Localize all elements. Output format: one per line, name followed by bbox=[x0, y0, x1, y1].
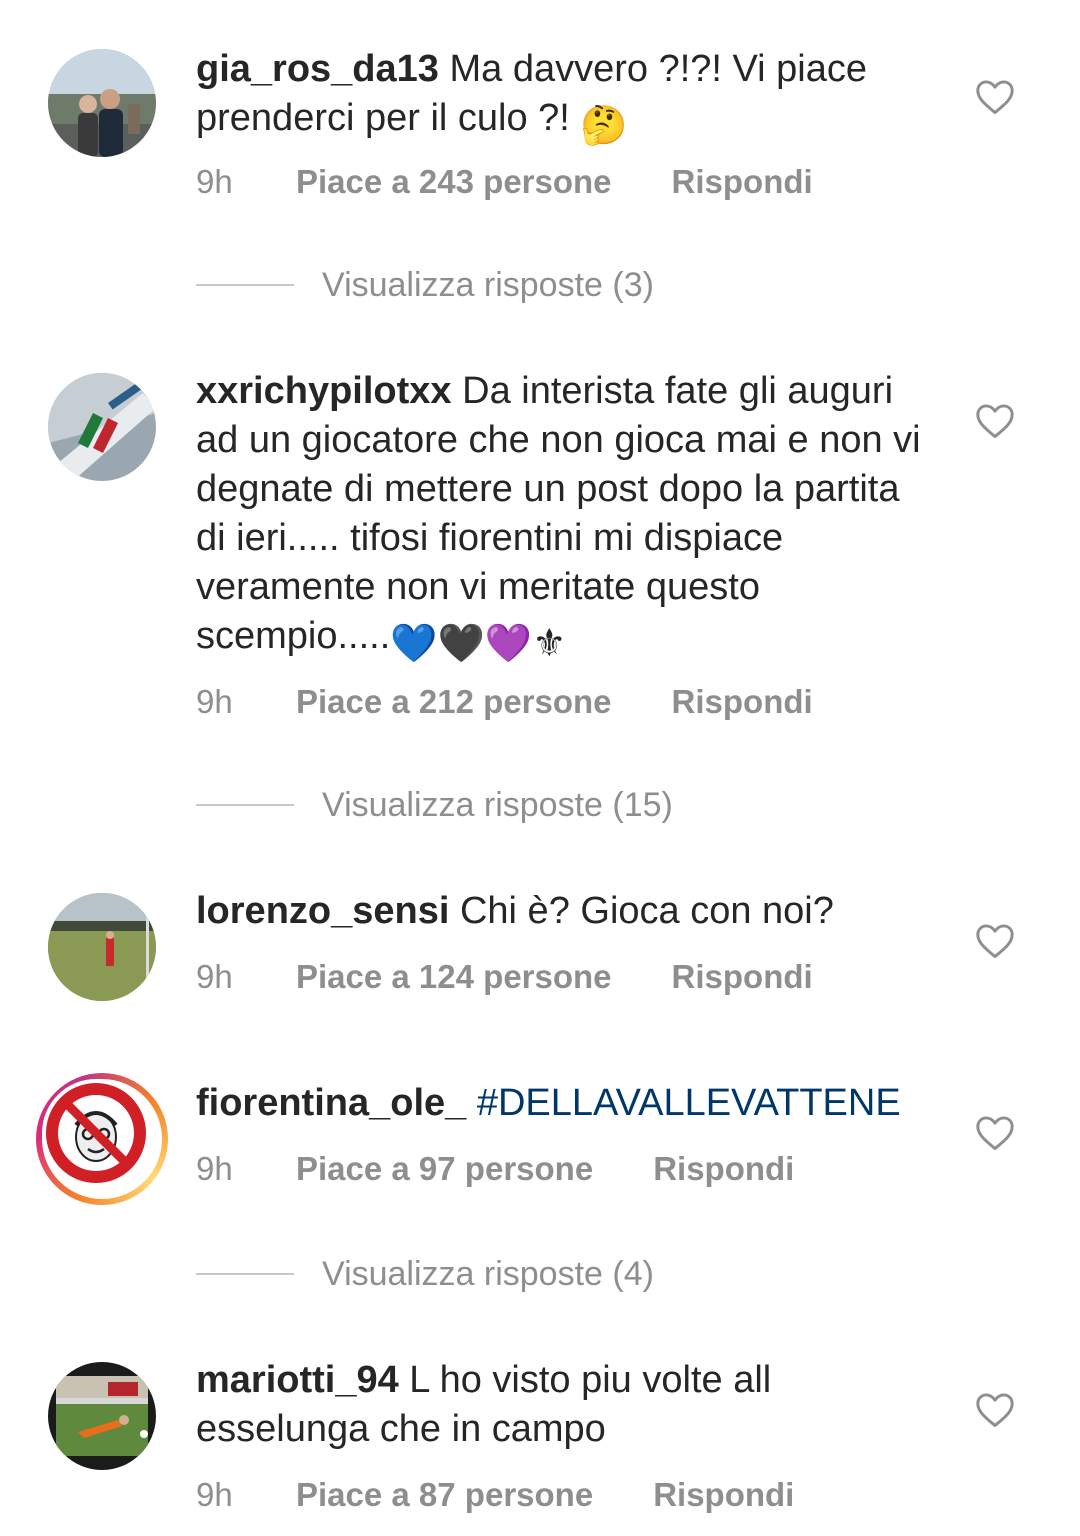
view-replies-button[interactable]: Visualizza risposte (4) bbox=[196, 1254, 654, 1294]
comment-time: 9h bbox=[196, 1476, 233, 1513]
comment-text: fiorentina_ole_ #DELLAVALLEVATTENE bbox=[196, 1079, 936, 1128]
like-count[interactable]: Piace a 243 persone bbox=[296, 162, 612, 202]
comment-body: Da interista fate gli auguri ad un gioca… bbox=[196, 370, 921, 657]
like-count[interactable]: Piace a 212 persone bbox=[296, 682, 612, 722]
replies-divider bbox=[196, 1273, 294, 1275]
heart-outline-icon[interactable] bbox=[975, 79, 1015, 115]
reply-button[interactable]: Rispondi bbox=[653, 1475, 794, 1515]
avatar bbox=[42, 1079, 150, 1187]
thinking-face-emoji: 🤔 bbox=[580, 105, 628, 147]
reply-button[interactable]: Rispondi bbox=[672, 957, 813, 997]
hashtag-link[interactable]: #DELLAVALLEVATTENE bbox=[477, 1082, 901, 1124]
view-replies-button[interactable]: Visualizza risposte (15) bbox=[196, 785, 673, 825]
view-replies-label: Visualizza risposte (15) bbox=[322, 786, 673, 824]
avatar[interactable] bbox=[48, 373, 156, 481]
like-count[interactable]: Piace a 97 persone bbox=[296, 1149, 593, 1189]
avatar[interactable] bbox=[48, 1362, 156, 1470]
replies-divider bbox=[196, 804, 294, 806]
comment-username[interactable]: mariotti_94 bbox=[196, 1359, 399, 1401]
heart-outline-icon[interactable] bbox=[975, 923, 1015, 959]
view-replies-label: Visualizza risposte (4) bbox=[322, 1255, 654, 1293]
comment-meta: 9h Piace a 243 persone Rispondi bbox=[196, 162, 813, 202]
like-count[interactable]: Piace a 124 persone bbox=[296, 957, 612, 997]
comment-username[interactable]: lorenzo_sensi bbox=[196, 890, 449, 932]
reply-button[interactable]: Rispondi bbox=[672, 162, 813, 202]
heart-outline-icon[interactable] bbox=[975, 1115, 1015, 1151]
comment-body: Chi è? Gioca con noi? bbox=[449, 890, 834, 932]
avatar[interactable] bbox=[48, 49, 156, 157]
hearts-fleur-de-lis-emoji: 💙🖤💜⚜ bbox=[390, 623, 567, 665]
comment-meta: 9h Piace a 124 persone Rispondi bbox=[196, 957, 813, 997]
story-ring[interactable] bbox=[36, 1073, 168, 1205]
comment-username[interactable]: gia_ros_da13 bbox=[196, 48, 439, 90]
like-count[interactable]: Piace a 87 persone bbox=[296, 1475, 593, 1515]
reply-button[interactable]: Rispondi bbox=[653, 1149, 794, 1189]
replies-divider bbox=[196, 284, 294, 286]
comment-time: 9h bbox=[196, 683, 233, 720]
heart-outline-icon[interactable] bbox=[975, 403, 1015, 439]
comment-meta: 9h Piace a 87 persone Rispondi bbox=[196, 1475, 794, 1515]
comment-text: mariotti_94 L ho visto piu volte all ess… bbox=[196, 1356, 936, 1454]
comment-text: lorenzo_sensi Chi è? Gioca con noi? bbox=[196, 887, 936, 936]
reply-button[interactable]: Rispondi bbox=[672, 682, 813, 722]
comment-time: 9h bbox=[196, 1150, 233, 1187]
avatar[interactable] bbox=[48, 893, 156, 1001]
comment-username[interactable]: xxrichypilotxx bbox=[196, 370, 452, 412]
comment-text: gia_ros_da13 Ma davvero ?!?! Vi piace pr… bbox=[196, 45, 936, 151]
comment-time: 9h bbox=[196, 958, 233, 995]
comment-meta: 9h Piace a 212 persone Rispondi bbox=[196, 682, 813, 722]
comment-meta: 9h Piace a 97 persone Rispondi bbox=[196, 1149, 794, 1189]
view-replies-label: Visualizza risposte (3) bbox=[322, 266, 654, 304]
comment-username[interactable]: fiorentina_ole_ bbox=[196, 1082, 466, 1124]
comment-text: xxrichypilotxx Da interista fate gli aug… bbox=[196, 367, 936, 669]
view-replies-button[interactable]: Visualizza risposte (3) bbox=[196, 265, 654, 305]
heart-outline-icon[interactable] bbox=[975, 1392, 1015, 1428]
comment-time: 9h bbox=[196, 163, 233, 200]
